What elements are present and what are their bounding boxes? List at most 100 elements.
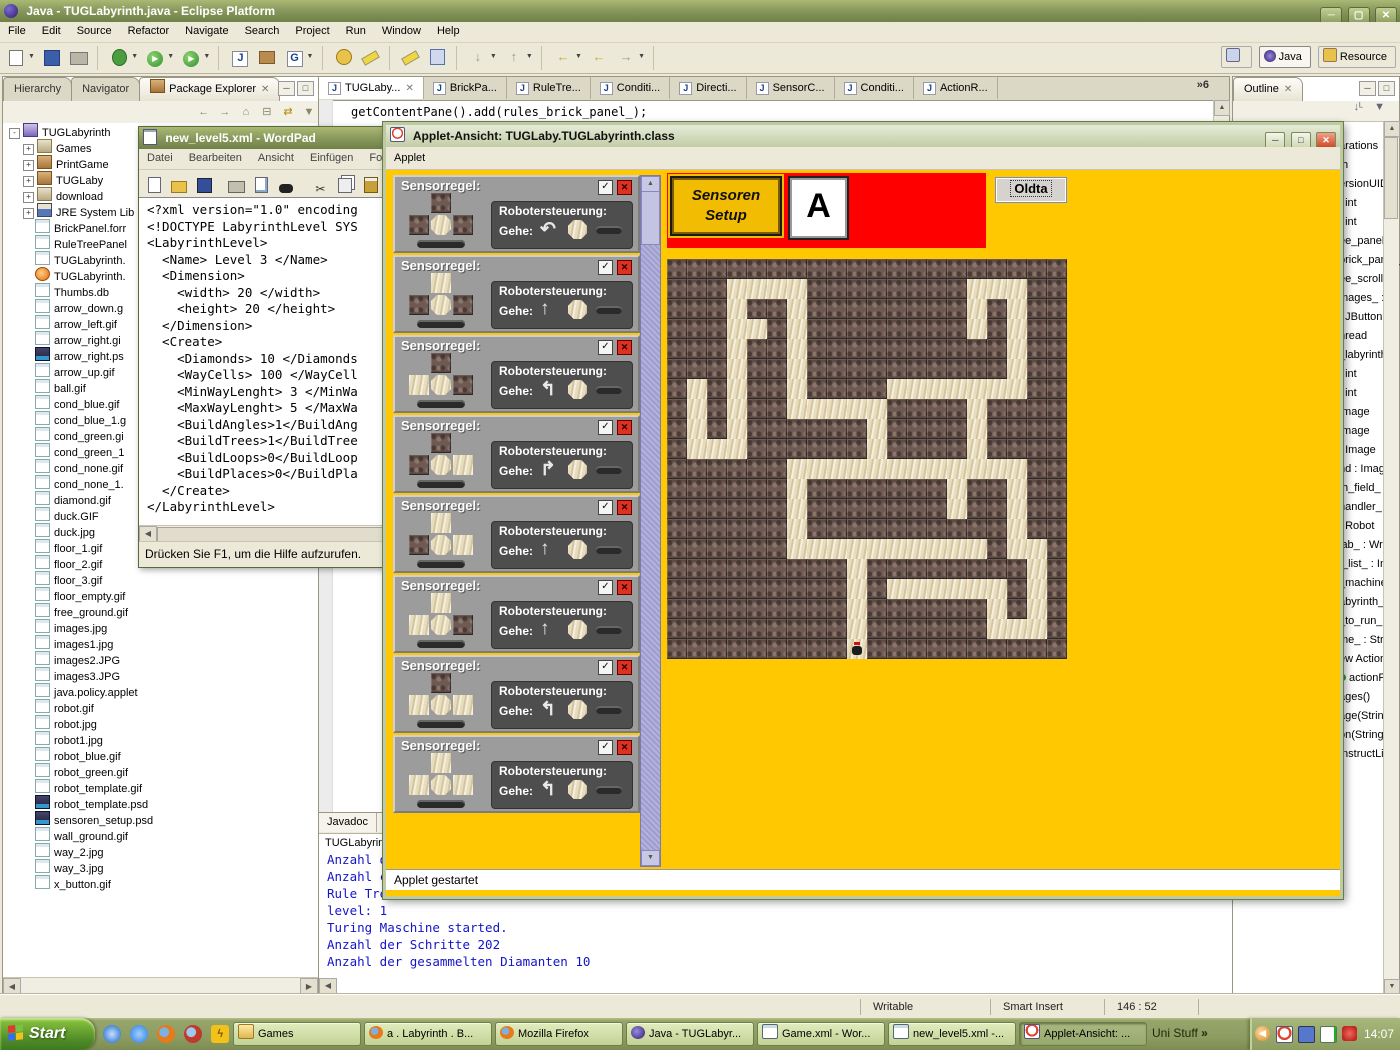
menu-project[interactable]: Project [287, 22, 337, 40]
action-small-button[interactable] [596, 786, 622, 794]
view-menu-icon[interactable]: ▼ [300, 101, 318, 123]
tree-item[interactable]: way_2.jpg [3, 843, 318, 859]
sensor-bottom-button[interactable] [417, 560, 465, 568]
mark-occurrences-icon[interactable] [400, 46, 422, 68]
next-annotation-icon[interactable]: ↓ [467, 46, 489, 68]
wp-find-icon[interactable] [276, 178, 296, 198]
rule-check-icon[interactable]: ✓ [598, 420, 613, 435]
taskbar-button[interactable]: Games [233, 1022, 361, 1046]
expand-icon[interactable]: + [23, 176, 34, 187]
expand-icon[interactable]: + [23, 160, 34, 171]
sensor-bottom-button[interactable] [417, 640, 465, 648]
sensor-bottom-button[interactable] [417, 720, 465, 728]
tray-window-icon[interactable] [1298, 1026, 1315, 1043]
editor-tab[interactable]: JSensorC... [747, 77, 835, 99]
rule-close-icon[interactable]: ✕ [617, 500, 632, 515]
sensor-bottom-button[interactable] [417, 480, 465, 488]
oldta-button[interactable]: Oldta [995, 177, 1067, 203]
sensor-bottom-button[interactable] [417, 320, 465, 328]
winamp-icon[interactable]: ϟ [211, 1025, 229, 1043]
tray-status-icon[interactable] [1320, 1026, 1337, 1043]
wp-menu-ansicht[interactable]: Ansicht [250, 149, 302, 167]
rule-check-icon[interactable]: ✓ [598, 260, 613, 275]
perspective-switcher-icon[interactable] [1221, 46, 1252, 68]
up-nav-icon[interactable]: ⌂ [237, 101, 255, 123]
tree-item[interactable]: images1.jpg [3, 635, 318, 651]
labyrinth-grid[interactable] [667, 259, 1067, 659]
new-icon[interactable] [5, 46, 27, 68]
editor-tab[interactable]: JDirecti... [670, 77, 746, 99]
back-nav-icon[interactable]: ← [195, 101, 213, 123]
tree-item[interactable]: robot_template.psd [3, 795, 318, 811]
tree-item[interactable]: images2.JPG [3, 651, 318, 667]
browser-icon[interactable] [130, 1025, 148, 1043]
new-class-dropdown-icon[interactable]: ▼ [307, 46, 316, 68]
wp-menu-einfügen[interactable]: Einfügen [302, 149, 361, 167]
tree-item[interactable]: java.policy.applet [3, 683, 318, 699]
menu-source[interactable]: Source [69, 22, 120, 40]
rule-check-icon[interactable]: ✓ [598, 740, 613, 755]
back2-icon[interactable]: ← [588, 46, 610, 68]
tree-item[interactable]: sensoren_setup.psd [3, 811, 318, 827]
link-editor-icon[interactable]: ⇄ [279, 101, 297, 123]
menu-file[interactable]: File [0, 22, 34, 40]
action-small-button[interactable] [596, 386, 622, 394]
uni-stuff-toolbar[interactable]: Uni Stuff [1152, 1026, 1198, 1040]
firefox-icon[interactable] [157, 1025, 175, 1043]
sensor-bottom-button[interactable] [417, 800, 465, 808]
compare-icon[interactable] [427, 46, 449, 68]
rule-close-icon[interactable]: ✕ [617, 660, 632, 675]
external-tools-icon[interactable]: ▶ [180, 46, 202, 68]
menu-window[interactable]: Window [374, 22, 429, 40]
new-package-icon[interactable] [256, 46, 278, 68]
collapse-icon[interactable]: - [9, 128, 20, 139]
rule-check-icon[interactable]: ✓ [598, 660, 613, 675]
maximize-view-icon[interactable]: □ [297, 81, 314, 96]
wp-save-icon[interactable] [194, 175, 214, 195]
forward-nav-icon[interactable]: → [216, 101, 234, 123]
rule-close-icon[interactable]: ✕ [617, 420, 632, 435]
tab-navigator[interactable]: Navigator [71, 77, 140, 101]
tab-package-explorer[interactable]: Package Explorer✕ [139, 77, 280, 101]
back-icon[interactable]: ← [552, 46, 574, 68]
close-tab-icon[interactable]: ✕ [1284, 84, 1292, 95]
wp-menu-bearbeiten[interactable]: Bearbeiten [181, 149, 250, 167]
run-icon[interactable]: ▶ [144, 46, 166, 68]
editor-tab[interactable]: JActionR... [914, 77, 998, 99]
rules-scrollbar[interactable]: ▲ ▼ [640, 175, 661, 867]
rule-close-icon[interactable]: ✕ [617, 340, 632, 355]
menu-search[interactable]: Search [237, 22, 288, 40]
run-dropdown-icon[interactable]: ▼ [167, 46, 176, 68]
tray-shield-icon[interactable] [1342, 1026, 1357, 1041]
wp-open-icon[interactable] [169, 175, 189, 195]
tree-item[interactable]: floor_empty.gif [3, 587, 318, 603]
rule-check-icon[interactable]: ✓ [598, 180, 613, 195]
rule-check-icon[interactable]: ✓ [598, 340, 613, 355]
wp-new-icon[interactable] [144, 174, 164, 194]
taskbar-button[interactable]: Java - TUGLabyr... [626, 1022, 754, 1046]
tree-item[interactable]: wall_ground.gif [3, 827, 318, 843]
prev-annotation-icon[interactable]: ↑ [503, 46, 525, 68]
debug-icon[interactable] [108, 46, 130, 68]
action-small-button[interactable] [596, 546, 622, 554]
mozilla-icon[interactable] [184, 1025, 202, 1043]
outline-menu-icon[interactable]: ▼ [1374, 101, 1385, 113]
menu-refactor[interactable]: Refactor [120, 22, 178, 40]
console-tab-javadoc[interactable]: Javadoc [319, 813, 377, 832]
minimize-view-icon[interactable]: ─ [278, 81, 295, 96]
outline-minimize-icon[interactable]: ─ [1359, 81, 1376, 96]
external-tools-dropdown-icon[interactable]: ▼ [203, 46, 212, 68]
menu-navigate[interactable]: Navigate [177, 22, 236, 40]
new-java-project-icon[interactable]: J [229, 46, 251, 68]
wp-menu-datei[interactable]: Datei [139, 149, 181, 167]
sort-icon[interactable]: ↓ᴸ [1354, 101, 1363, 113]
tree-item[interactable]: x_button.gif [3, 875, 318, 891]
ie-icon[interactable] [103, 1025, 121, 1043]
tab-overflow-indicator[interactable]: »6 [1197, 79, 1209, 91]
tree-item[interactable]: robot_template.gif [3, 779, 318, 795]
applet-menu-item[interactable]: Applet [386, 152, 433, 164]
menu-help[interactable]: Help [429, 22, 468, 40]
rule-check-icon[interactable]: ✓ [598, 580, 613, 595]
editor-tab[interactable]: JBrickPa... [424, 77, 507, 99]
a-button[interactable]: A [788, 176, 849, 240]
